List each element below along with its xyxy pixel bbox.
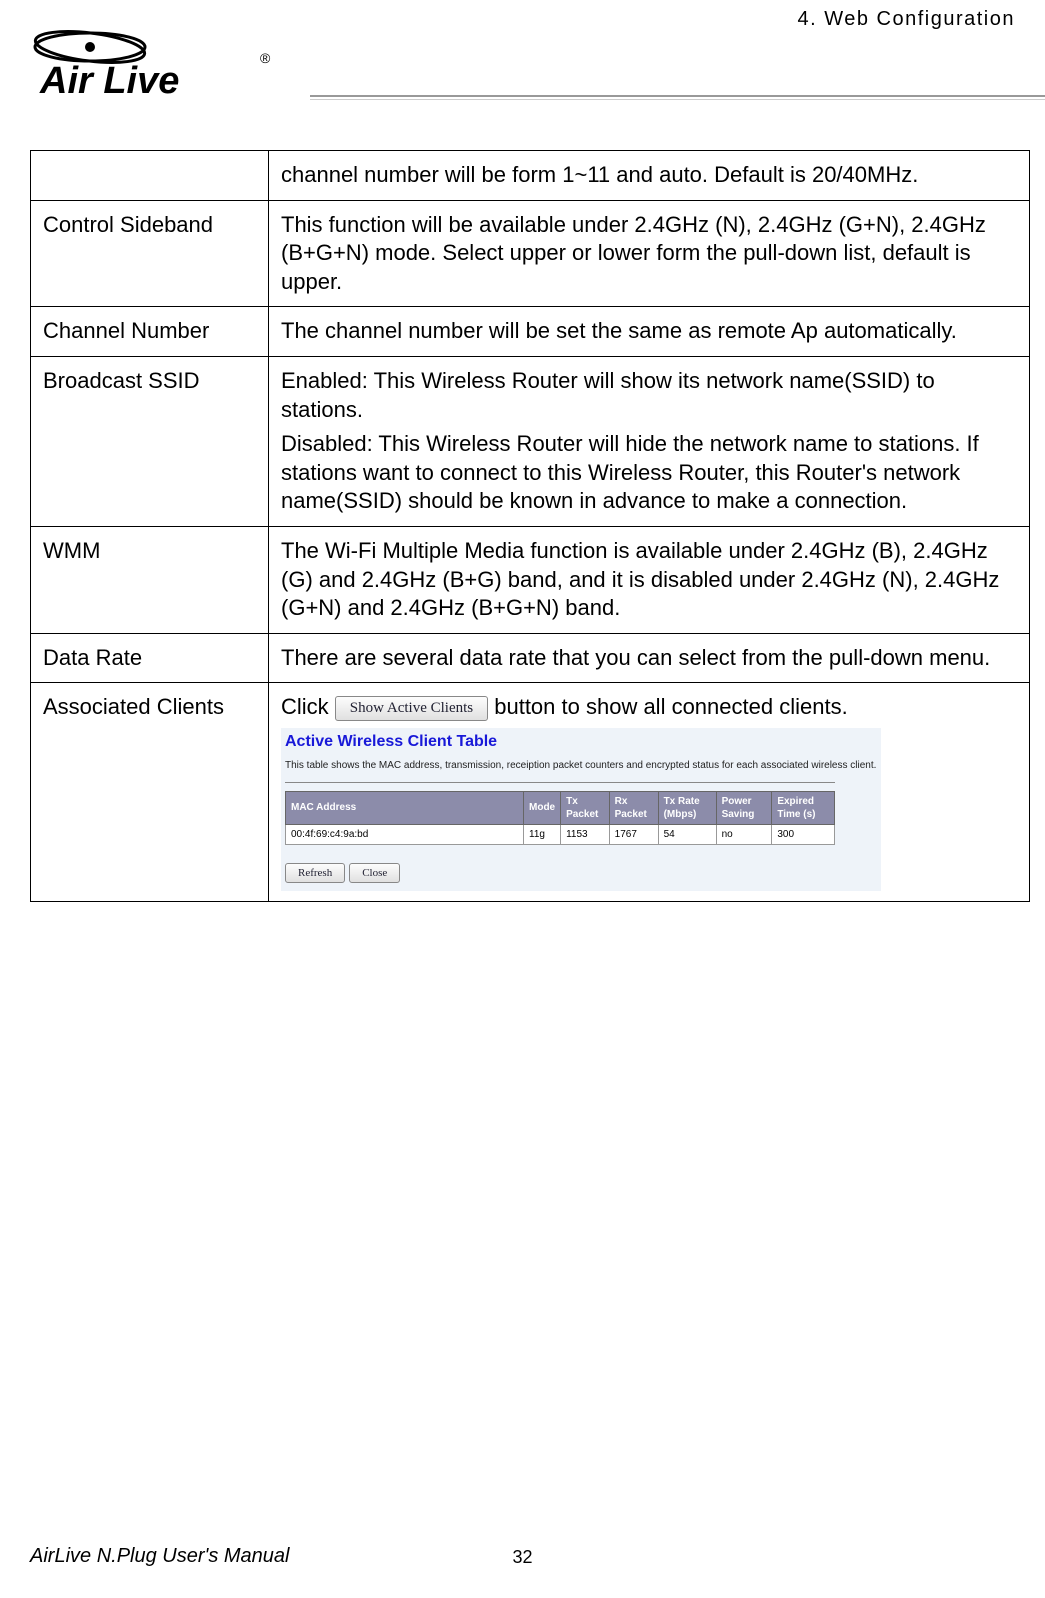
clients-table: MAC AddressModeTx PacketRx PacketTx Rate…: [285, 791, 835, 845]
clients-header-cell: MAC Address: [286, 791, 524, 824]
table-row: Broadcast SSIDEnabled: This Wireless Rou…: [31, 356, 1030, 526]
svg-text:®: ®: [260, 50, 271, 66]
row-label: WMM: [31, 526, 269, 633]
table-row: Associated ClientsClick Show Active Clie…: [31, 683, 1030, 902]
clients-data-cell: 1767: [609, 824, 658, 844]
svg-text:Air Live: Air Live: [39, 60, 179, 102]
clients-data-cell: 54: [658, 824, 716, 844]
show-active-clients-button[interactable]: Show Active Clients: [335, 696, 488, 722]
table-row: Control SidebandThis function will be av…: [31, 200, 1030, 307]
row-description: This function will be available under 2.…: [269, 200, 1030, 307]
clients-header-cell: Power Saving: [716, 791, 772, 824]
breadcrumb: 4. Web Configuration: [797, 8, 1015, 31]
row-description: The channel number will be set the same …: [269, 307, 1030, 357]
row-description: channel number will be form 1~11 and aut…: [269, 151, 1030, 201]
panel-divider: [285, 782, 835, 783]
row-label: [31, 151, 269, 201]
row-label: Control Sideband: [31, 200, 269, 307]
description-paragraph: The channel number will be set the same …: [281, 317, 1017, 346]
active-client-desc: This table shows the MAC address, transm…: [285, 759, 877, 772]
footer-page-number: 32: [512, 1547, 532, 1568]
row-description: The Wi-Fi Multiple Media function is ava…: [269, 526, 1030, 633]
row-description: Click Show Active Clients button to show…: [269, 683, 1030, 902]
row-label: Associated Clients: [31, 683, 269, 902]
row-description: There are several data rate that you can…: [269, 633, 1030, 683]
clients-data-cell: 1153: [561, 824, 610, 844]
table-row: WMMThe Wi-Fi Multiple Media function is …: [31, 526, 1030, 633]
click-suffix-text: button to show all connected clients.: [488, 694, 848, 719]
row-label: Data Rate: [31, 633, 269, 683]
header-divider-sub: [310, 99, 1045, 100]
description-paragraph: The Wi-Fi Multiple Media function is ava…: [281, 537, 1017, 623]
brand-logo: Air Live ®: [30, 25, 290, 105]
row-description: Enabled: This Wireless Router will show …: [269, 356, 1030, 526]
clients-header-cell: Mode: [524, 791, 561, 824]
description-paragraph: This function will be available under 2.…: [281, 211, 1017, 297]
description-paragraph: Enabled: This Wireless Router will show …: [281, 367, 1017, 424]
clients-data-cell: 11g: [524, 824, 561, 844]
table-row: Data Rate There are several data rate tha…: [31, 633, 1030, 683]
row-label: Channel Number: [31, 307, 269, 357]
clients-data-cell: 00:4f:69:c4:9a:bd: [286, 824, 524, 844]
footer-manual-title: AirLive N.Plug User's Manual: [30, 1545, 289, 1568]
active-client-panel: Active Wireless Client Table This table s…: [281, 728, 881, 891]
header-divider: [310, 95, 1045, 97]
clients-header-cell: Tx Packet: [561, 791, 610, 824]
panel-buttons: RefreshClose: [285, 855, 877, 884]
airlive-logo-icon: Air Live ®: [30, 25, 280, 105]
description-paragraph: Disabled: This Wireless Router will hide…: [281, 430, 1017, 516]
clients-data-cell: 300: [772, 824, 835, 844]
clients-header-cell: Expired Time (s): [772, 791, 835, 824]
description-paragraph: channel number will be form 1~11 and aut…: [281, 161, 1017, 190]
content-area: channel number will be form 1~11 and aut…: [30, 150, 1030, 902]
table-row: channel number will be form 1~11 and aut…: [31, 151, 1030, 201]
description-paragraph: There are several data rate that you can…: [281, 644, 1017, 673]
config-table: channel number will be form 1~11 and aut…: [30, 150, 1030, 902]
clients-data-cell: no: [716, 824, 772, 844]
refresh-button[interactable]: Refresh: [285, 863, 345, 883]
clients-header-cell: Tx Rate (Mbps): [658, 791, 716, 824]
table-row: Channel Number The channel number will be…: [31, 307, 1030, 357]
row-label: Broadcast SSID: [31, 356, 269, 526]
active-client-title: Active Wireless Client Table: [285, 732, 877, 753]
close-button[interactable]: Close: [349, 863, 400, 883]
clients-header-cell: Rx Packet: [609, 791, 658, 824]
click-prefix-text: Click: [281, 694, 335, 719]
